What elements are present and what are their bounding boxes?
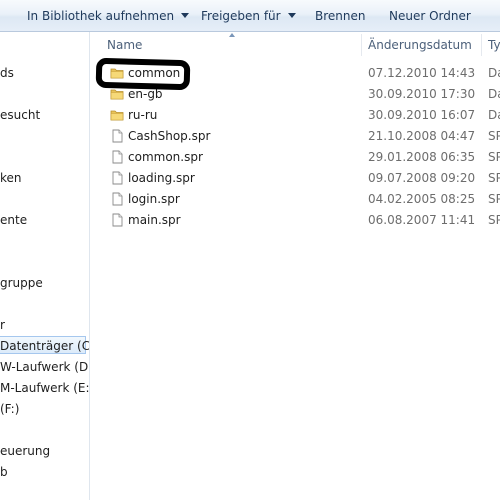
nav-item-label: ente [0,213,28,227]
nav-item-label: M-Laufwerk (E:) [0,381,90,395]
chevron-down-icon [181,13,190,18]
file-type: SP [488,171,500,185]
nav-item-label: Datenträger (C:) [0,339,90,353]
column-divider[interactable] [361,34,362,56]
file-name: CashShop.spr [128,129,211,143]
file-date: 30.09.2010 16:07 [368,108,476,122]
chevron-down-icon [287,13,296,18]
file-icon [110,150,124,164]
nav-item-drive-c[interactable]: Datenträger (C:) [0,336,89,354]
burn-label: Brennen [315,9,366,23]
nav-item-computer[interactable]: r [0,316,5,334]
nav-item-label: ken [0,171,22,185]
file-icon [110,129,124,143]
nav-item-label: b [0,465,8,479]
file-type: Da [488,66,500,80]
nav-item-drive-e[interactable]: M-Laufwerk (E:) [0,379,90,397]
file-icon [110,192,124,206]
nav-item-label: ds [0,66,14,80]
share-with-button[interactable]: Freigeben für [201,8,296,24]
file-icon [110,171,124,185]
file-row[interactable]: common.spr 29.01.2008 06:35 SP [90,147,500,168]
new-folder-label: Neuer Ordner [389,9,471,23]
file-date: 21.10.2008 04:47 [368,129,476,143]
file-type: SP [488,213,500,227]
include-in-library-label: In Bibliothek aufnehmen [27,9,175,23]
column-header-type[interactable]: Ty [488,38,500,52]
file-row[interactable]: login.spr 04.02.2005 08:25 SP [90,189,500,210]
include-in-library-button[interactable]: In Bibliothek aufnehmen [27,8,190,24]
burn-button[interactable]: Brennen [315,8,365,24]
nav-item-recycle-bin[interactable]: b [0,463,8,481]
nav-item-documents[interactable]: ente [0,211,27,229]
nav-item-label: euerung [0,444,51,458]
file-type: SP [488,129,500,143]
new-folder-button[interactable]: Neuer Ordner [389,8,471,24]
nav-item-recent-places[interactable]: esucht [0,106,40,124]
nav-item-label: (F:) [0,402,20,416]
file-type: Da [488,87,500,101]
nav-item-homegroup[interactable]: gruppe [0,274,43,292]
nav-item-drive-d[interactable]: W-Laufwerk (D:) [0,358,90,376]
file-row[interactable]: main.spr 06.08.2007 11:41 SP [90,210,500,231]
folder-icon [110,108,124,122]
nav-item-label: esucht [0,108,41,122]
column-header-date[interactable]: Änderungsdatum [368,38,472,52]
file-date: 30.09.2010 17:30 [368,87,476,101]
share-with-label: Freigeben für [201,9,281,23]
file-name: common.spr [128,150,203,164]
nav-item-pictures[interactable]: ken [0,169,22,187]
file-name: main.spr [128,213,181,227]
command-bar: In Bibliothek aufnehmen Freigeben für Br… [0,0,500,32]
column-divider[interactable] [481,34,482,56]
file-name: ru-ru [128,108,158,122]
nav-item-downloads[interactable]: ds [0,64,14,82]
navigation-pane: ds esucht ken ente gruppe r Datenträger … [0,32,90,500]
file-row[interactable]: CashShop.spr 21.10.2008 04:47 SP [90,126,500,147]
sort-ascending-icon [229,33,235,37]
file-name: loading.spr [128,171,195,185]
file-row[interactable]: ru-ru 30.09.2010 16:07 Da [90,105,500,126]
column-header-name[interactable]: Name [107,38,142,52]
nav-item-label: gruppe [0,276,43,290]
file-date: 29.01.2008 06:35 [368,150,476,164]
file-row[interactable]: loading.spr 09.07.2008 09:20 SP [90,168,500,189]
file-type: SP [488,192,500,206]
file-icon [110,213,124,227]
file-type: SP [488,150,500,164]
file-date: 06.08.2007 11:41 [368,213,476,227]
nav-item-drive-f[interactable]: (F:) [0,400,19,418]
nav-item-label: W-Laufwerk (D:) [0,360,90,374]
column-header-bar: Name Änderungsdatum Ty [90,32,500,56]
folder-icon [110,87,124,101]
file-date: 09.07.2008 09:20 [368,171,476,185]
nav-item-label: r [0,318,5,332]
nav-item-control-panel[interactable]: euerung [0,442,50,460]
file-type: Da [488,108,500,122]
annotation-highlight [95,57,191,91]
file-date: 04.02.2005 08:25 [368,192,476,206]
file-date: 07.12.2010 14:43 [368,66,476,80]
file-name: login.spr [128,192,180,206]
